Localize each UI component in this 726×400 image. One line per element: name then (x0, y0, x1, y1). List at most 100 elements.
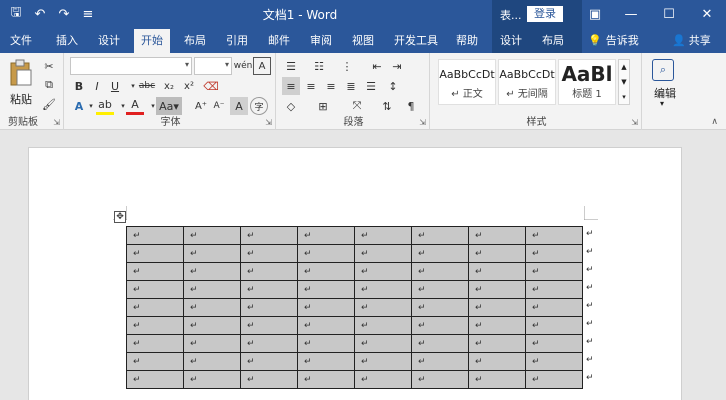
table-cell[interactable]: ↵ (525, 280, 583, 299)
subscript-button[interactable]: x₂ (160, 77, 178, 95)
table-cell[interactable]: ↵ (411, 226, 469, 245)
tab-table-layout[interactable]: 布局 (536, 29, 570, 53)
table-cell[interactable]: ↵ (468, 316, 526, 335)
table-cell[interactable]: ↵ (468, 280, 526, 299)
table-cell[interactable]: ↵ (468, 370, 526, 389)
paste-button[interactable]: 粘贴 (6, 59, 36, 107)
table-cell[interactable]: ↵ (354, 262, 412, 281)
table-cell[interactable]: ↵ (240, 352, 298, 371)
document-table[interactable]: ↵ ↵ ↵ ↵ ↵ ↵ ↵ ↵ ↵ ↵ ↵ ↵ ↵ ↵ ↵ ↵ ↵ ↵ ↵ ↵ ↵ ↵ ↵ ↵ ↵ ↵ ↵ ↵ ↵ ↵ ↵ ↵ ↵ ↵ ↵ ↵ ↵ ↵ ↵ ↵… (126, 226, 583, 389)
tab-review[interactable]: 审阅 (304, 29, 338, 53)
table-cell[interactable]: ↵ (354, 280, 412, 299)
decrease-indent-icon[interactable]: ⇤ (368, 57, 386, 75)
ribbon-display-options-icon[interactable]: ▣ (576, 0, 614, 29)
table-cell[interactable]: ↵ (525, 352, 583, 371)
collapse-ribbon-icon[interactable]: ∧ (711, 117, 718, 127)
table-cell[interactable]: ↵ (411, 244, 469, 263)
tab-insert[interactable]: 插入 (50, 29, 84, 53)
table-cell[interactable]: ↵ (183, 298, 241, 317)
share-button[interactable]: 👤 共享 (672, 29, 711, 53)
scroll-up-icon[interactable]: ▲ (619, 60, 629, 75)
table-cell[interactable]: ↵ (297, 298, 355, 317)
tab-table-design[interactable]: 设计 (494, 29, 528, 53)
tab-help[interactable]: 帮助 (450, 29, 484, 53)
table-cell[interactable]: ↵ (354, 226, 412, 245)
clipboard-launcher-icon[interactable]: ⇲ (53, 118, 60, 127)
table-cell[interactable]: ↵ (297, 334, 355, 353)
table-cell[interactable]: ↵ (525, 370, 583, 389)
line-spacing-icon[interactable]: ↕ (384, 77, 402, 95)
table-cell[interactable]: ↵ (240, 226, 298, 245)
table-cell[interactable]: ↵ (297, 244, 355, 263)
table-cell[interactable]: ↵ (468, 244, 526, 263)
tab-references[interactable]: 引用 (220, 29, 254, 53)
table-cell[interactable]: ↵ (411, 334, 469, 353)
increase-indent-icon[interactable]: ⇥ (388, 57, 406, 75)
table-cell[interactable]: ↵ (126, 244, 184, 263)
table-cell[interactable]: ↵ (411, 298, 469, 317)
table-cell[interactable]: ↵ (183, 352, 241, 371)
style-heading-1[interactable]: AaBl 标题 1 (558, 59, 616, 105)
table-cell[interactable]: ↵ (525, 226, 583, 245)
styles-scroll[interactable]: ▲ ▼ ▾ (618, 59, 630, 105)
table-cell[interactable]: ↵ (183, 334, 241, 353)
superscript-button[interactable]: x² (180, 77, 198, 95)
table-cell[interactable]: ↵ (183, 370, 241, 389)
maximize-button[interactable]: ☐ (650, 0, 688, 29)
table-cell[interactable]: ↵ (354, 370, 412, 389)
clear-formatting-icon[interactable]: ⌫ (202, 77, 220, 95)
editing-group[interactable]: ⌕ 编辑 ▾ (644, 53, 686, 130)
table-cell[interactable]: ↵ (240, 262, 298, 281)
tab-developer[interactable]: 开发工具 (390, 29, 442, 53)
underline-button[interactable]: U (106, 77, 124, 95)
table-cell[interactable]: ↵ (468, 226, 526, 245)
table-cell[interactable]: ↵ (240, 316, 298, 335)
table-cell[interactable]: ↵ (297, 352, 355, 371)
align-left-icon[interactable]: ≡ (282, 77, 300, 95)
character-border-icon[interactable]: A (253, 57, 271, 75)
justify-icon[interactable]: ≣ (342, 77, 360, 95)
table-cell[interactable]: ↵ (240, 334, 298, 353)
table-cell[interactable]: ↵ (525, 316, 583, 335)
table-cell[interactable]: ↵ (126, 370, 184, 389)
table-cell[interactable]: ↵ (525, 298, 583, 317)
table-cell[interactable]: ↵ (240, 244, 298, 263)
tab-view[interactable]: 视图 (346, 29, 380, 53)
paragraph-launcher-icon[interactable]: ⇲ (419, 118, 426, 127)
table-cell[interactable]: ↵ (126, 316, 184, 335)
table-cell[interactable]: ↵ (411, 352, 469, 371)
cut-icon[interactable]: ✂ (40, 57, 58, 75)
table-cell[interactable]: ↵ (126, 226, 184, 245)
styles-launcher-icon[interactable]: ⇲ (631, 118, 638, 127)
table-cell[interactable]: ↵ (183, 280, 241, 299)
align-right-icon[interactable]: ≡ (322, 77, 340, 95)
table-cell[interactable]: ↵ (297, 316, 355, 335)
close-button[interactable]: ✕ (688, 0, 726, 29)
tab-file[interactable]: 文件 (4, 29, 38, 53)
copy-icon[interactable]: ⧉ (40, 76, 58, 94)
bullets-icon[interactable]: ☰ (282, 57, 300, 75)
table-cell[interactable]: ↵ (468, 352, 526, 371)
document-page[interactable]: ✥ ↵ ↵ ↵ ↵ ↵ ↵ ↵ ↵ ↵ ↵ ↵ ↵ ↵ ↵ ↵ ↵ ↵ ↵ ↵ ↵ ↵ ↵ ↵ ↵ ↵ ↵ ↵ ↵ ↵ ↵ ↵ ↵ ↵ ↵ ↵ ↵ ↵ ↵… (28, 147, 682, 400)
table-cell[interactable]: ↵ (183, 226, 241, 245)
table-cell[interactable]: ↵ (354, 334, 412, 353)
login-button[interactable]: 登录 (527, 6, 563, 22)
table-cell[interactable]: ↵ (126, 262, 184, 281)
format-painter-icon[interactable]: 🖌 (40, 95, 58, 113)
more-styles-icon[interactable]: ▾ (619, 90, 629, 105)
style-normal[interactable]: AaBbCcDt ↵ 正文 (438, 59, 496, 105)
minimize-button[interactable]: — (612, 0, 650, 29)
table-move-handle-icon[interactable]: ✥ (114, 211, 126, 223)
table-cell[interactable]: ↵ (240, 370, 298, 389)
numbering-icon[interactable]: ☷ (310, 57, 328, 75)
table-cell[interactable]: ↵ (183, 316, 241, 335)
table-cell[interactable]: ↵ (411, 370, 469, 389)
table-cell[interactable]: ↵ (297, 226, 355, 245)
table-cell[interactable]: ↵ (183, 244, 241, 263)
font-launcher-icon[interactable]: ⇲ (265, 118, 272, 127)
table-cell[interactable]: ↵ (468, 334, 526, 353)
tab-layout[interactable]: 布局 (178, 29, 212, 53)
tab-mailings[interactable]: 邮件 (262, 29, 296, 53)
table-cell[interactable]: ↵ (354, 316, 412, 335)
table-cell[interactable]: ↵ (525, 244, 583, 263)
